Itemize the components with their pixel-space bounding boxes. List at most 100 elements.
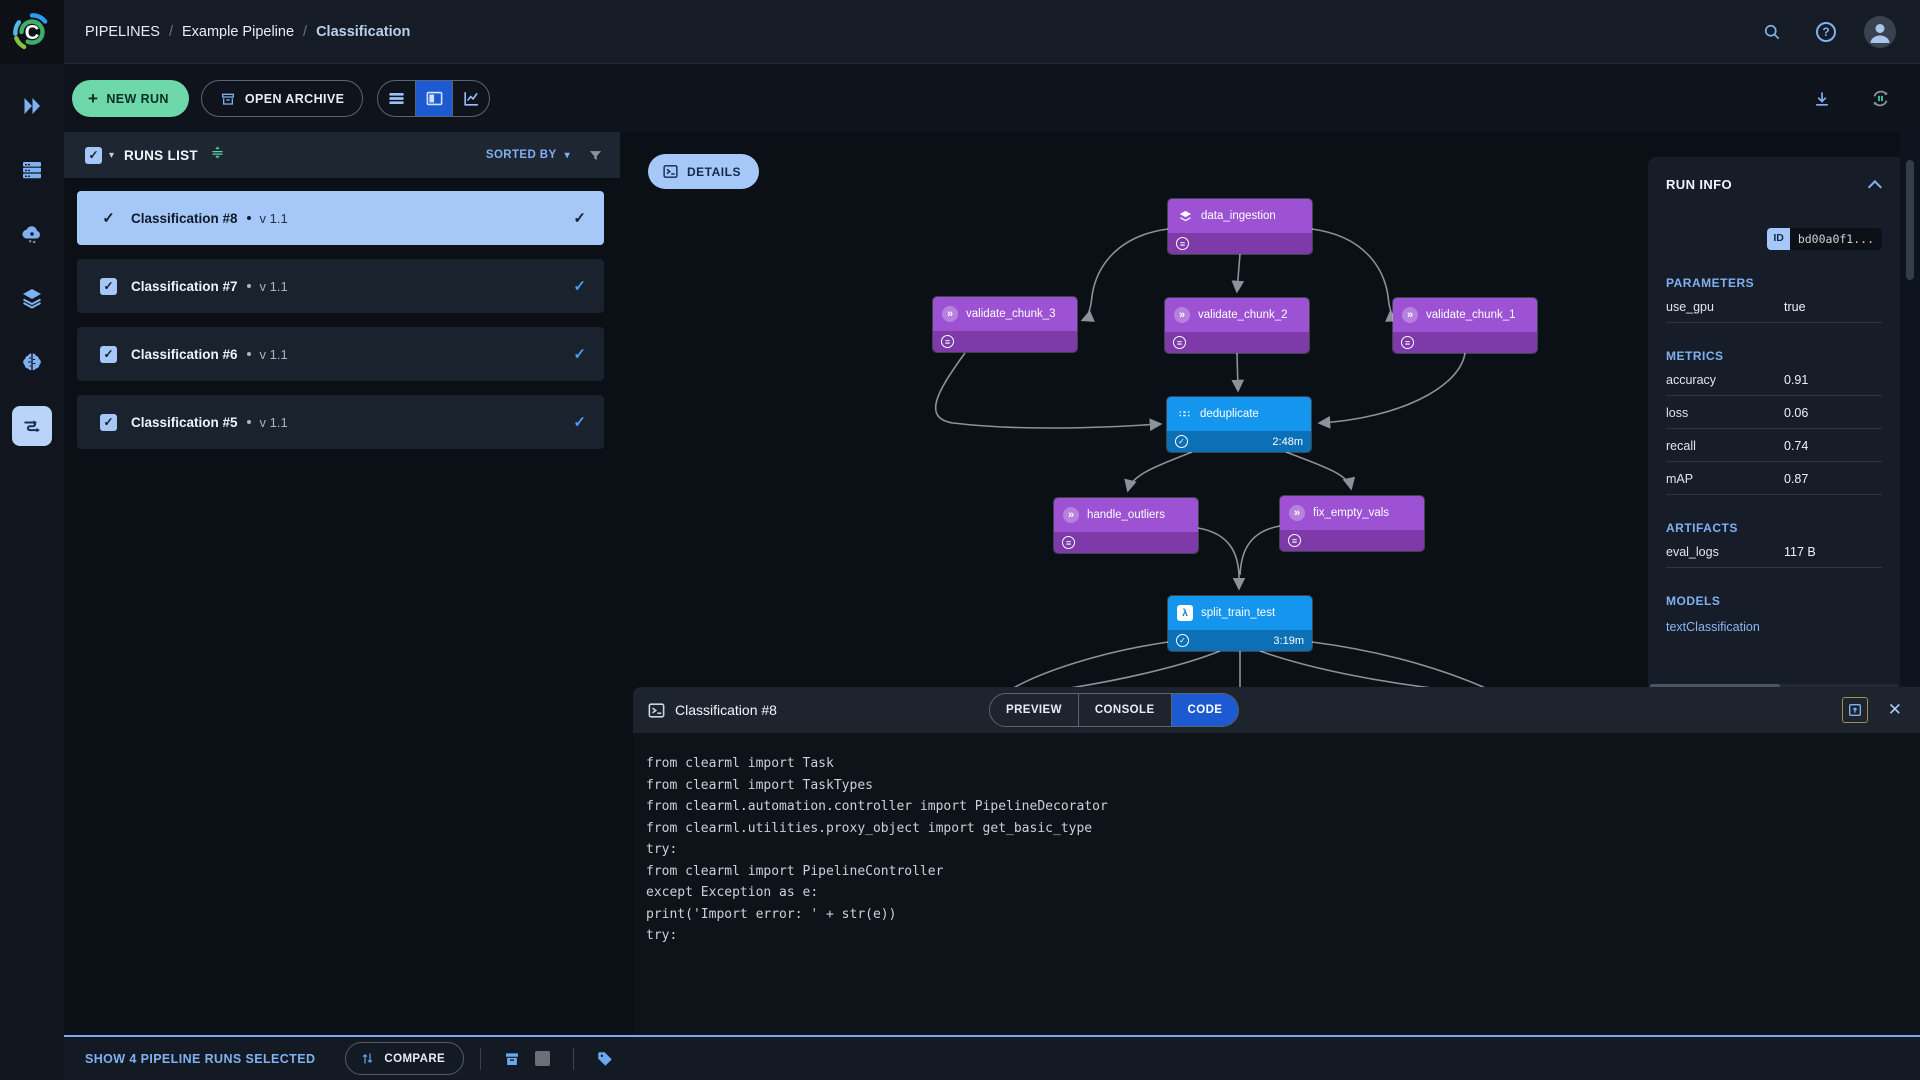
node-menu-icon (1062, 536, 1075, 549)
user-menu[interactable] (1864, 15, 1896, 48)
task-chevrons-icon (1289, 505, 1305, 521)
breadcrumb-pipelines[interactable]: PIPELINES (85, 24, 160, 40)
run-version: v 1.1 (259, 346, 288, 362)
node-label: handle_outliers (1087, 509, 1166, 521)
abort-selected-button[interactable] (527, 1044, 557, 1074)
node-label: data_ingestion (1201, 210, 1276, 222)
help-button[interactable] (1810, 16, 1842, 48)
code-viewer[interactable]: from clearml import Task from clearml im… (633, 733, 1920, 1035)
runs-list-panel: RUNS LIST SORTED BY Classification #8 v … (64, 132, 620, 1035)
code-line: from clearml.automation.controller impor… (646, 799, 1108, 814)
function-lambda-icon (1177, 605, 1193, 621)
node-menu-icon (1401, 336, 1414, 349)
collapse-runs-icon[interactable] (210, 145, 225, 165)
pipeline-node-split-train-test[interactable]: split_train_test 3:19m (1168, 596, 1312, 651)
run-name: Classification #8 (131, 210, 238, 226)
node-label: validate_chunk_2 (1198, 309, 1288, 321)
model-link[interactable]: textClassification (1666, 620, 1882, 634)
sidebar-item-projects[interactable] (12, 86, 52, 126)
sidebar-item-workers-queues[interactable] (12, 150, 52, 190)
breadcrumb-project[interactable]: Example Pipeline (182, 24, 294, 40)
code-line: from clearml import PipelineController (646, 863, 944, 879)
refresh-paused-icon (1873, 90, 1887, 107)
run-row-classification-8[interactable]: Classification #8 v 1.1 (77, 191, 604, 245)
run-id-chip[interactable]: ID bd00a0f1... (1767, 228, 1882, 250)
close-panel-button[interactable] (1888, 700, 1902, 720)
selection-count-text[interactable]: SHOW 4 PIPELINE RUNS SELECTED (85, 1052, 315, 1066)
run-checkbox[interactable] (100, 277, 117, 295)
download-icon (1816, 91, 1828, 106)
pipeline-node-validate-chunk-3[interactable]: validate_chunk_3 (933, 297, 1077, 352)
pipeline-node-fix-empty-vals[interactable]: fix_empty_vals (1280, 496, 1424, 551)
run-status-check-icon (573, 209, 586, 227)
search-button[interactable] (1756, 16, 1788, 48)
sorted-by-label: SORTED BY (485, 149, 557, 161)
divider (480, 1047, 482, 1070)
sorted-by-dropdown[interactable]: SORTED BY (486, 149, 570, 161)
sidebar-item-pipelines[interactable] (12, 406, 52, 446)
table-view-icon (389, 92, 404, 105)
new-run-button[interactable]: NEW RUN (72, 80, 189, 117)
node-duration: 3:19m (1273, 634, 1304, 647)
node-menu-icon (1288, 534, 1301, 547)
node-label: validate_chunk_1 (1426, 309, 1516, 321)
run-version: v 1.1 (259, 210, 288, 226)
open-archive-button[interactable]: OPEN ARCHIVE (200, 80, 364, 117)
collapse-panel-icon[interactable] (1867, 179, 1882, 194)
details-button[interactable]: DETAILS (648, 154, 759, 189)
breadcrumb: PIPELINES / Example Pipeline / Classific… (85, 24, 410, 40)
clearml-logo[interactable]: C (0, 0, 64, 64)
select-all-checkbox[interactable] (85, 146, 102, 164)
run-row-classification-6[interactable]: Classification #6 v 1.1 (77, 327, 604, 381)
sidebar-item-models[interactable] (12, 342, 52, 382)
pipeline-node-data-ingestion[interactable]: data_ingestion (1168, 199, 1312, 254)
help-icon (1816, 21, 1836, 42)
pipeline-node-validate-chunk-1[interactable]: validate_chunk_1 (1393, 298, 1537, 353)
add-tag-button[interactable] (590, 1044, 620, 1074)
node-label: fix_empty_vals (1313, 507, 1390, 519)
download-button[interactable] (1806, 83, 1838, 115)
separator-dot (246, 284, 251, 288)
tab-console[interactable]: CONSOLE (1077, 694, 1171, 726)
deduplicate-icon (1176, 406, 1192, 422)
run-checkbox[interactable] (100, 345, 117, 363)
task-chevrons-icon (942, 306, 958, 322)
metric-label: loss (1666, 406, 1689, 420)
selected-check-icon[interactable] (100, 209, 117, 227)
pipeline-node-deduplicate[interactable]: deduplicate 2:48m (1167, 397, 1311, 452)
tab-preview[interactable]: PREVIEW (990, 694, 1078, 726)
sidebar-item-autoscalers[interactable] (12, 214, 52, 254)
sidebar-item-datasets[interactable] (12, 278, 52, 318)
filter-button[interactable] (584, 139, 606, 171)
archive-selected-button[interactable] (497, 1044, 527, 1074)
open-in-window-button[interactable] (1841, 697, 1868, 723)
view-mode-toggle (377, 80, 491, 117)
table-view-button[interactable] (378, 81, 415, 116)
svg-text:C: C (25, 22, 40, 44)
tab-code[interactable]: CODE (1170, 694, 1239, 726)
compare-button[interactable]: COMPARE (345, 1042, 465, 1075)
section-parameters: PARAMETERS (1666, 276, 1755, 290)
split-view-button[interactable] (415, 81, 453, 116)
bottom-panel-title: Classification #8 (675, 702, 777, 718)
actions-toolbar: NEW RUN OPEN ARCHIVE (64, 65, 1920, 132)
pipeline-graph-panel[interactable]: DETAILS data_ingestion validate_chunk_3 … (620, 132, 1648, 690)
node-menu-icon (1176, 237, 1189, 250)
run-checkbox[interactable] (100, 413, 117, 431)
right-scrollbar-thumb[interactable] (1906, 160, 1914, 280)
pipeline-node-handle-outliers[interactable]: handle_outliers (1054, 498, 1198, 553)
metric-row: mAP 0.87 (1666, 464, 1882, 495)
run-row-classification-5[interactable]: Classification #5 v 1.1 (77, 395, 604, 449)
filter-funnel-icon (589, 150, 601, 160)
breadcrumb-pipeline[interactable]: Classification (316, 24, 410, 40)
run-info-title: RUN INFO (1666, 177, 1733, 192)
run-status-check-icon (573, 277, 586, 295)
plots-view-button[interactable] (452, 81, 489, 116)
auto-refresh-button[interactable] (1864, 83, 1896, 115)
pipeline-node-validate-chunk-2[interactable]: validate_chunk_2 (1165, 298, 1309, 353)
run-row-classification-7[interactable]: Classification #7 v 1.1 (77, 259, 604, 313)
selection-caret-icon[interactable] (109, 150, 114, 161)
left-sidebar: C (0, 0, 64, 1080)
autoscalers-icon (22, 226, 40, 243)
run-status-check-icon (573, 345, 586, 363)
